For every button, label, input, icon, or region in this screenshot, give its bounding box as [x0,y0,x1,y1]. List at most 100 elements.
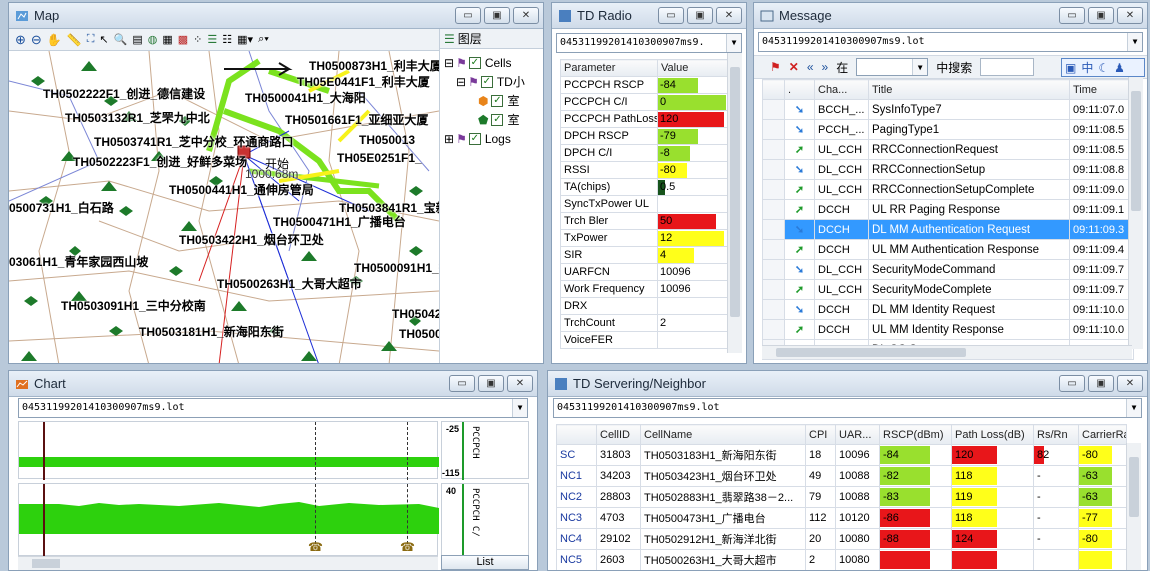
minimize-button[interactable]: ▭ [1059,7,1085,24]
serving-header[interactable]: CarrierRa [1078,424,1127,445]
full-extent-icon[interactable]: ⛶ [87,33,95,46]
minimize-button[interactable]: ▭ [455,7,481,24]
radio-row[interactable]: SIR 4 [560,246,731,264]
tree-sub1[interactable]: ⬢ ✓ 室 [444,91,543,110]
radio-row[interactable]: Trch Bler 50 [560,212,731,230]
map-canvas[interactable]: 1000.68m 开始 TH0500873H1_利丰大厦 TH0502222F1… [9,51,439,363]
serving-header[interactable]: CellName [640,424,806,445]
chart-plot-1[interactable] [18,421,439,480]
message-row[interactable]: ➘ DCCH DL MM Authentication Request 09:11:0… [762,219,1134,240]
message-row[interactable]: ➚ DCCH UL MM Identity Response 09:11:10.0 [762,319,1134,340]
message-row[interactable]: ➘ PCCH_... PagingType1 09:11:08.5 [762,119,1134,140]
message-vscrollbar[interactable] [1128,77,1143,349]
logs-checkbox[interactable]: ✓ [468,132,481,145]
message-row[interactable]: ➘ DL_CCH RRCConnectionSetup 09:11:08.8 [762,159,1134,180]
cells-checkbox[interactable]: ✓ [468,56,481,69]
identify-icon[interactable]: 🔍 [114,33,128,46]
time-header[interactable]: Time [1069,79,1134,100]
serving-row[interactable]: NC2 28803 TH0502883H1_翡翠路38－2... 79 10088 -83… [556,486,1127,508]
flag-icon[interactable]: ⚑ [770,60,781,74]
close-button[interactable]: ✕ [507,375,533,392]
radio-scrollbar[interactable] [727,53,742,353]
param-header[interactable]: Parameter [560,59,658,77]
radio-row[interactable]: VoiceFER [560,331,731,349]
serving-row[interactable]: SC 31803 TH0503183H1_新海阳东街 18 10096 -84 120 82-… [556,444,1127,466]
chart-plot-2[interactable]: ☎ ☎ [18,483,439,557]
cells-icon[interactable]: ▩ [178,33,188,46]
serving-header[interactable] [556,424,597,445]
radio-row[interactable]: PCCPCH PathLoss 120 [560,110,731,128]
list-icon[interactable]: ☷ [222,33,232,46]
minimize-button[interactable]: ▭ [658,7,684,24]
sub2-checkbox[interactable]: ✓ [491,113,504,126]
globe-icon[interactable]: ◍ [148,33,158,46]
tree-td[interactable]: ⊟ ⚑ ✓ TD小 [444,72,543,91]
chart-file-select[interactable]: 04531199201410300907ms9.lot ▼ [18,398,528,418]
close-button[interactable]: ✕ [513,7,539,24]
zoom-out-icon[interactable]: ⊖ [31,32,42,48]
tree-logs[interactable]: ⊞ ⚑ ✓ Logs [444,129,543,148]
search-scope-select[interactable]: ▼ [856,58,929,76]
scatter-icon[interactable]: ⁘ [193,33,202,46]
maximize-button[interactable]: ▣ [484,7,510,24]
radio-file-select[interactable]: 04531199201410300907ms9. ▼ [556,33,742,53]
direction-header[interactable]: . [784,79,815,100]
serving-row[interactable]: NC3 4703 TH0500473H1_广播电台 112 10120 -86 118- -7… [556,507,1127,529]
tree-cells[interactable]: ⊟ ⚑ ✓ Cells [444,53,543,72]
message-row[interactable]: ➚ DCCH UL RR Paging Response 09:11:09.1 [762,199,1134,220]
pan-hand-icon[interactable]: ✋ [47,33,62,47]
rewind-icon[interactable]: « [807,60,814,74]
report-icon[interactable]: ▦ [162,33,172,46]
radio-row[interactable]: TrchCount 2 [560,314,731,332]
sub1-checkbox[interactable]: ✓ [491,94,504,107]
radio-row[interactable]: DRX [560,297,731,315]
search-input[interactable] [980,58,1035,76]
maximize-button[interactable]: ▣ [1088,375,1114,392]
value-header[interactable]: Value [657,59,731,77]
radio-row[interactable]: DPCH C/I -8 [560,144,731,162]
radio-row[interactable]: UARFCN 10096 [560,263,731,281]
close-button[interactable]: ✕ [716,7,742,24]
radio-row[interactable]: SyncTxPower UL [560,195,731,213]
radio-row[interactable]: PCCPCH C/I 0 [560,93,731,111]
minimize-button[interactable]: ▭ [1059,375,1085,392]
serving-header[interactable]: CPI [805,424,836,445]
message-row[interactable]: ➚ UL_CCH RRCConnectionSetupComplete 09:11:0… [762,179,1134,200]
serving-header[interactable]: UAR... [835,424,880,445]
serving-header[interactable]: Rs/Rn [1033,424,1079,445]
phone-event-icon[interactable]: ☎ [400,540,415,554]
close-button[interactable]: ✕ [1117,375,1143,392]
ruler-icon[interactable]: 📏 [67,33,82,47]
tree-sub2[interactable]: ⬟ ✓ 室 [444,110,543,129]
td-checkbox[interactable]: ✓ [480,75,493,88]
delete-icon[interactable]: ✕ [789,60,799,74]
message-row[interactable]: ➚ UL_CCH SecurityModeComplete 09:11:09.7 [762,279,1134,300]
layers-tab[interactable]: 图层 [458,30,482,47]
radio-row[interactable]: TA(chips) 0.5 [560,178,731,196]
phone-event-icon[interactable]: ☎ [308,540,323,554]
serving-row[interactable]: NC5 2603 TH0500263H1_大哥大超市 2 10080 [556,549,1127,570]
serving-row[interactable]: NC4 29102 TH0502912H1_新海洋北街 20 10080 -88 124- -… [556,528,1127,550]
channel-header[interactable]: Cha... [814,79,869,100]
minimize-button[interactable]: ▭ [449,375,475,392]
layout-icon[interactable]: ▤ [132,33,142,46]
serving-header[interactable]: CellID [596,424,641,445]
message-row[interactable]: ➚ DCCH UL MM Authentication Response 09:11:… [762,239,1134,260]
close-button[interactable]: ✕ [1117,7,1143,24]
serving-row[interactable]: NC1 34203 TH0503423H1_烟台环卫处 49 10088 -82 118- -… [556,465,1127,487]
message-hscrollbar[interactable] [762,345,1132,359]
forward-icon[interactable]: » [822,60,829,74]
ime-bar[interactable]: ▣ 中 ☾ ♟ [1061,58,1145,77]
message-row[interactable]: ➚ UL_CCH RRCConnectionRequest 09:11:08.5 [762,139,1134,160]
serving-header[interactable]: Path Loss(dB) [951,424,1034,445]
message-row[interactable]: ➘ BCCH_... SysInfoType7 09:11:07.0 [762,99,1134,120]
message-file-select[interactable]: 04531199201410300907ms9.lot ▼ [758,32,1143,52]
title-header[interactable]: Title [868,79,1070,100]
radio-row[interactable]: RSSI -80 [560,161,731,179]
layers-icon[interactable]: ☰ [207,33,217,46]
serving-scrollbar[interactable] [1126,443,1141,570]
chart-hscrollbar[interactable] [18,556,438,570]
maximize-button[interactable]: ▣ [478,375,504,392]
maximize-button[interactable]: ▣ [687,7,713,24]
radio-row[interactable]: TxPower 12 [560,229,731,247]
